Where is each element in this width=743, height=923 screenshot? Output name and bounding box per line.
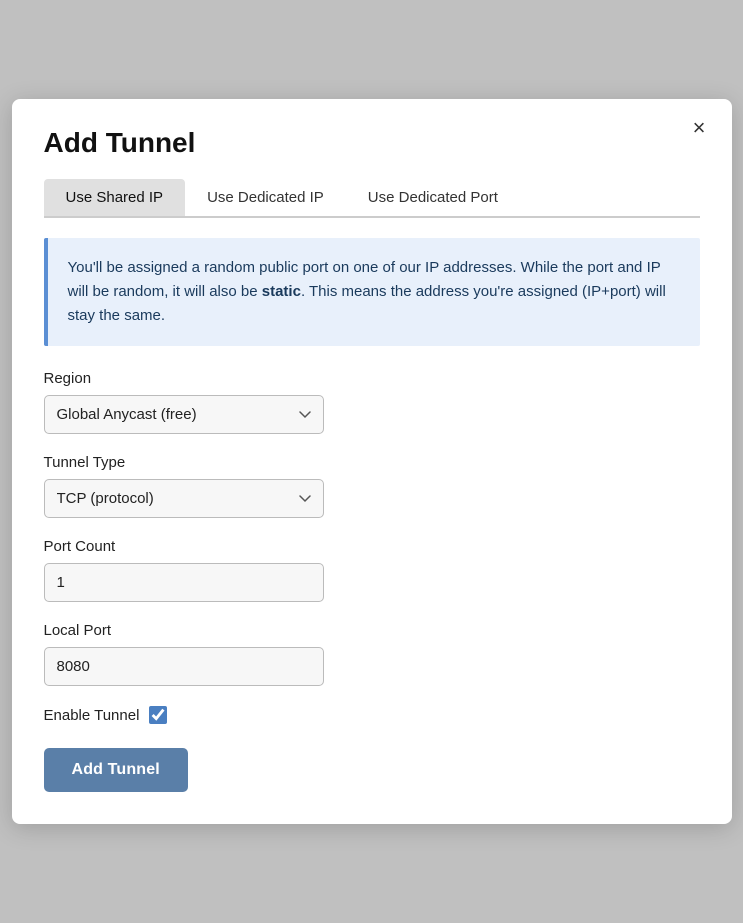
local-port-group: Local Port	[44, 622, 700, 686]
info-static-word: static	[262, 283, 301, 300]
region-select[interactable]: Global Anycast (free) US East EU West	[44, 395, 324, 434]
enable-tunnel-row: Enable Tunnel	[44, 706, 700, 724]
port-count-label: Port Count	[44, 538, 700, 555]
region-label: Region	[44, 370, 700, 387]
tab-dedicated-ip[interactable]: Use Dedicated IP	[185, 179, 346, 216]
tab-bar: Use Shared IP Use Dedicated IP Use Dedic…	[44, 179, 700, 218]
local-port-input[interactable]	[44, 647, 324, 686]
close-button[interactable]: ×	[687, 115, 712, 141]
tunnel-type-label: Tunnel Type	[44, 454, 700, 471]
modal-title: Add Tunnel	[44, 127, 700, 159]
add-tunnel-button[interactable]: Add Tunnel	[44, 748, 188, 792]
tab-dedicated-port[interactable]: Use Dedicated Port	[346, 179, 520, 216]
tunnel-type-select[interactable]: TCP (protocol) UDP (protocol) HTTP (prot…	[44, 479, 324, 518]
enable-tunnel-checkbox[interactable]	[149, 706, 167, 724]
enable-tunnel-label: Enable Tunnel	[44, 707, 140, 724]
add-tunnel-modal: × Add Tunnel Use Shared IP Use Dedicated…	[12, 99, 732, 824]
port-count-group: Port Count	[44, 538, 700, 602]
tunnel-type-group: Tunnel Type TCP (protocol) UDP (protocol…	[44, 454, 700, 518]
region-group: Region Global Anycast (free) US East EU …	[44, 370, 700, 434]
modal-wrapper: × Add Tunnel Use Shared IP Use Dedicated…	[0, 0, 743, 923]
local-port-label: Local Port	[44, 622, 700, 639]
tab-shared-ip[interactable]: Use Shared IP	[44, 179, 186, 216]
port-count-input[interactable]	[44, 563, 324, 602]
info-box: You'll be assigned a random public port …	[44, 238, 700, 346]
